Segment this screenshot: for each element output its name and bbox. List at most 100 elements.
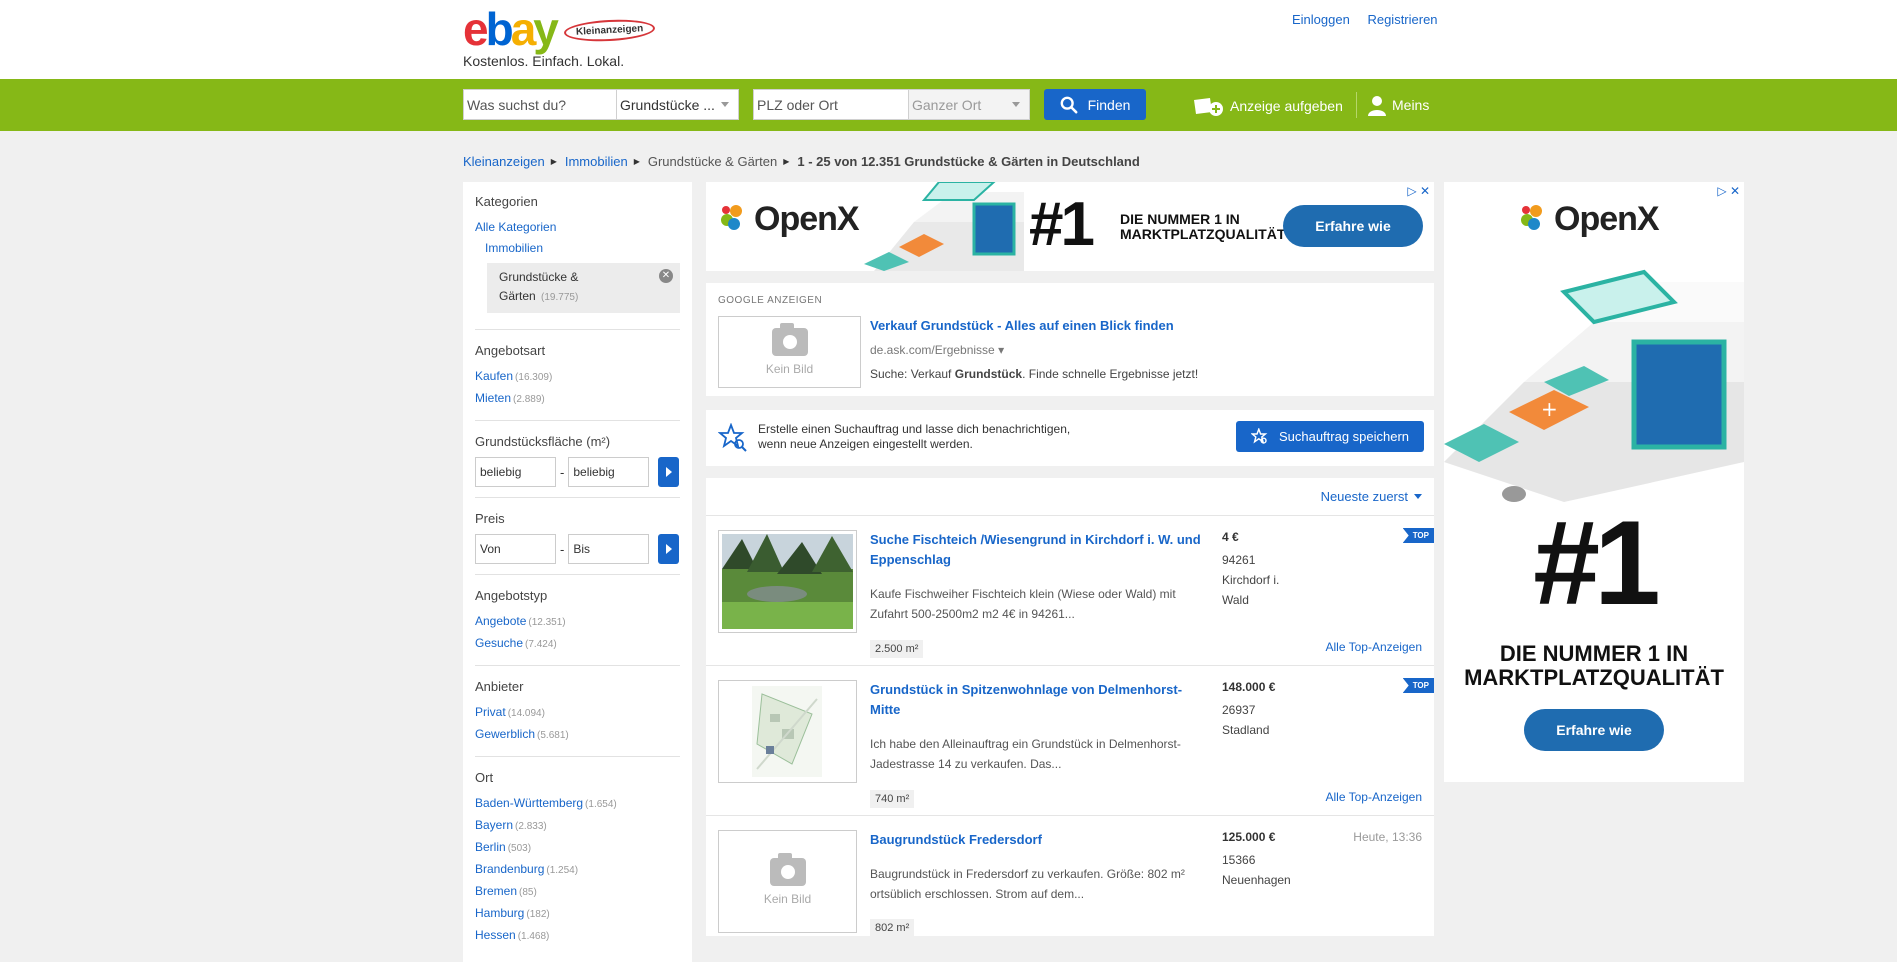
filter-location[interactable]: Baden-Württemberg — [475, 796, 583, 810]
openx-dots-icon — [1521, 204, 1542, 230]
no-image-placeholder[interactable]: Kein Bild — [718, 830, 857, 933]
category-immobilien-link[interactable]: Immobilien — [485, 241, 543, 255]
listing-date: Heute, 13:36 — [1353, 830, 1422, 844]
top-badge: TOP — [1402, 528, 1434, 543]
chevron-down-icon — [1012, 102, 1020, 107]
no-image-label: Kein Bild — [765, 362, 814, 376]
price-to-input[interactable]: Bis — [568, 534, 650, 564]
price-from-input[interactable]: Von — [475, 534, 556, 564]
listing-type-section: Angebotstyp Angebote (12.351) Gesuche (7.4… — [475, 588, 680, 666]
post-ad-button[interactable]: Anzeige aufgeben — [1190, 94, 1343, 118]
categories-section: Kategorien Alle Kategorien Immobilien Gr… — [475, 194, 680, 330]
filter-count: (14.094) — [507, 708, 545, 719]
ad-banner[interactable]: OpenX #1 DIE NUMMER 1 IN MARKTPLATZQUALI… — [706, 182, 1434, 271]
filter-count: (85) — [519, 887, 537, 898]
search-bar: Was suchst du? Grundstücke ... PLZ oder … — [0, 79, 1897, 131]
right-skyscraper-ad[interactable]: ▷ ✕ OpenX + #1 DIE NUMMER 1 IN MARKTPLAT… — [1444, 182, 1744, 782]
google-ad-url[interactable]: de.ask.com/Ergebnisse ▾ — [870, 343, 1004, 357]
user-icon — [1368, 96, 1386, 116]
list-item[interactable]: Suche Fischteich /Wiesengrund in Kirchdo… — [706, 516, 1434, 666]
price-apply-button[interactable] — [658, 534, 680, 564]
openx-logo: OpenX — [1518, 200, 1660, 239]
camera-icon — [771, 323, 808, 356]
filter-kaufen[interactable]: Kaufen — [475, 369, 513, 383]
ad-cta-button[interactable]: Erfahre wie — [1283, 205, 1423, 247]
breadcrumb-separator-icon: ▶ — [550, 157, 557, 166]
ad-text: DIE NUMMER 1 IN MARKTPLATZQUALITÄT — [1444, 642, 1744, 690]
category-select[interactable]: Grundstücke ... — [616, 89, 739, 120]
all-top-ads-link[interactable]: Alle Top-Anzeigen — [1325, 640, 1422, 654]
area-to-input[interactable]: beliebig — [568, 457, 650, 487]
filter-privat[interactable]: Privat — [475, 705, 506, 719]
adchoices-icon[interactable]: ▷ ✕ — [1717, 184, 1740, 198]
filter-gesuche[interactable]: Gesuche — [475, 636, 523, 650]
all-top-ads-link[interactable]: Alle Top-Anzeigen — [1325, 790, 1422, 804]
breadcrumb: Kleinanzeigen ▶ Immobilien ▶ Grundstücke… — [463, 154, 1140, 169]
breadcrumb-current: Grundstücke & Gärten — [647, 154, 778, 169]
register-link[interactable]: Registrieren — [1367, 12, 1437, 27]
active-category-label: Grundstücke & — [499, 270, 579, 284]
listing-thumbnail[interactable] — [718, 530, 857, 633]
filter-location[interactable]: Hamburg — [475, 906, 524, 920]
filter-count: (16.309) — [515, 372, 553, 383]
save-search-label: Suchauftrag speichern — [1278, 429, 1410, 444]
seller-section: Anbieter Privat (14.094) Gewerblich (5.681… — [475, 679, 680, 757]
search-input[interactable]: Was suchst du? — [463, 89, 617, 120]
filter-location[interactable]: Bremen — [475, 884, 517, 898]
main-content: OpenX #1 DIE NUMMER 1 IN MARKTPLATZQUALI… — [706, 182, 1434, 937]
post-ad-icon — [1194, 98, 1223, 116]
listing-price: 4 € — [1222, 530, 1239, 544]
section-title: Ort — [475, 770, 494, 785]
filter-count: (7.424) — [525, 639, 557, 650]
plus-glyph: + — [1541, 397, 1558, 421]
ad-text-line1: DIE NUMMER 1 IN — [1120, 211, 1240, 227]
location-section: Ort Baden-Württemberg (1.654) Bayern (2.83… — [475, 770, 680, 947]
meins-button[interactable]: Meins — [1366, 94, 1429, 116]
adchoices-icon[interactable]: ▷ ✕ — [1407, 184, 1430, 198]
filter-gewerblich[interactable]: Gewerblich — [475, 727, 535, 741]
filter-location[interactable]: Berlin — [475, 840, 506, 854]
filter-count: (2.889) — [513, 394, 545, 405]
filter-location[interactable]: Hessen — [475, 928, 516, 942]
find-button[interactable]: Finden — [1044, 89, 1146, 120]
save-search-text: Erstelle einen Suchauftrag und lasse dic… — [758, 422, 1071, 451]
list-item[interactable]: Grundstück in Spitzenwohnlage von Delmen… — [706, 666, 1434, 816]
sort-dropdown[interactable]: Neueste zuerst — [1321, 489, 1422, 504]
location-input[interactable]: PLZ oder Ort — [753, 89, 909, 120]
post-ad-label: Anzeige aufgeben — [1230, 98, 1343, 114]
list-item[interactable]: Kein Bild Baugrundstück Fredersdorf Baug… — [706, 816, 1434, 937]
ad-machine-illustration: + — [1444, 269, 1744, 502]
login-link[interactable]: Einloggen — [1292, 12, 1350, 27]
filter-mieten[interactable]: Mieten — [475, 391, 511, 405]
area-apply-button[interactable] — [658, 457, 680, 487]
listing-thumbnail[interactable] — [718, 680, 857, 783]
ad-headline: #1 — [1029, 190, 1095, 259]
filter-angebote[interactable]: Angebote — [475, 614, 526, 628]
listing-area-tag: 2.500 m² — [870, 640, 924, 658]
listing-zip: 94261 — [1222, 553, 1256, 567]
category-select-value: Grundstücke ... — [620, 96, 715, 113]
listing-title[interactable]: Suche Fischteich /Wiesengrund in Kirchdo… — [870, 530, 1210, 570]
radius-select[interactable]: Ganzer Ort — [908, 89, 1030, 120]
listing-description: Ich habe den Alleinauftrag ein Grundstüc… — [870, 737, 1181, 771]
google-ad-title[interactable]: Verkauf Grundstück - Alles auf einen Bli… — [870, 318, 1174, 333]
no-image-placeholder: Kein Bild — [718, 316, 861, 388]
ebay-kleinanzeigen-logo[interactable]: ebay Kleinanzeigen — [463, 3, 656, 55]
listing-description: Baugrundstück in Fredersdorf zu verkaufe… — [870, 867, 1185, 901]
listing-price: 125.000 € — [1222, 830, 1276, 844]
all-categories-link[interactable]: Alle Kategorien — [475, 220, 556, 234]
ad-cta-button[interactable]: Erfahre wie — [1524, 709, 1664, 751]
filter-count: (2.833) — [515, 821, 547, 832]
listing-title[interactable]: Baugrundstück Fredersdorf — [870, 830, 1210, 850]
listing-title[interactable]: Grundstück in Spitzenwohnlage von Delmen… — [870, 680, 1210, 720]
area-from-input[interactable]: beliebig — [475, 457, 556, 487]
filter-count: (503) — [507, 843, 532, 854]
save-search-button[interactable]: Suchauftrag speichern — [1236, 421, 1424, 452]
filter-location[interactable]: Bayern — [475, 818, 513, 832]
ebay-logo-text: ebay — [463, 3, 559, 55]
breadcrumb-immobilien[interactable]: Immobilien — [565, 154, 628, 169]
remove-category-icon[interactable]: ✕ — [659, 269, 673, 283]
breadcrumb-kleinanzeigen[interactable]: Kleinanzeigen — [463, 154, 545, 169]
meins-label: Meins — [1392, 97, 1430, 113]
filter-location[interactable]: Brandenburg — [475, 862, 544, 876]
